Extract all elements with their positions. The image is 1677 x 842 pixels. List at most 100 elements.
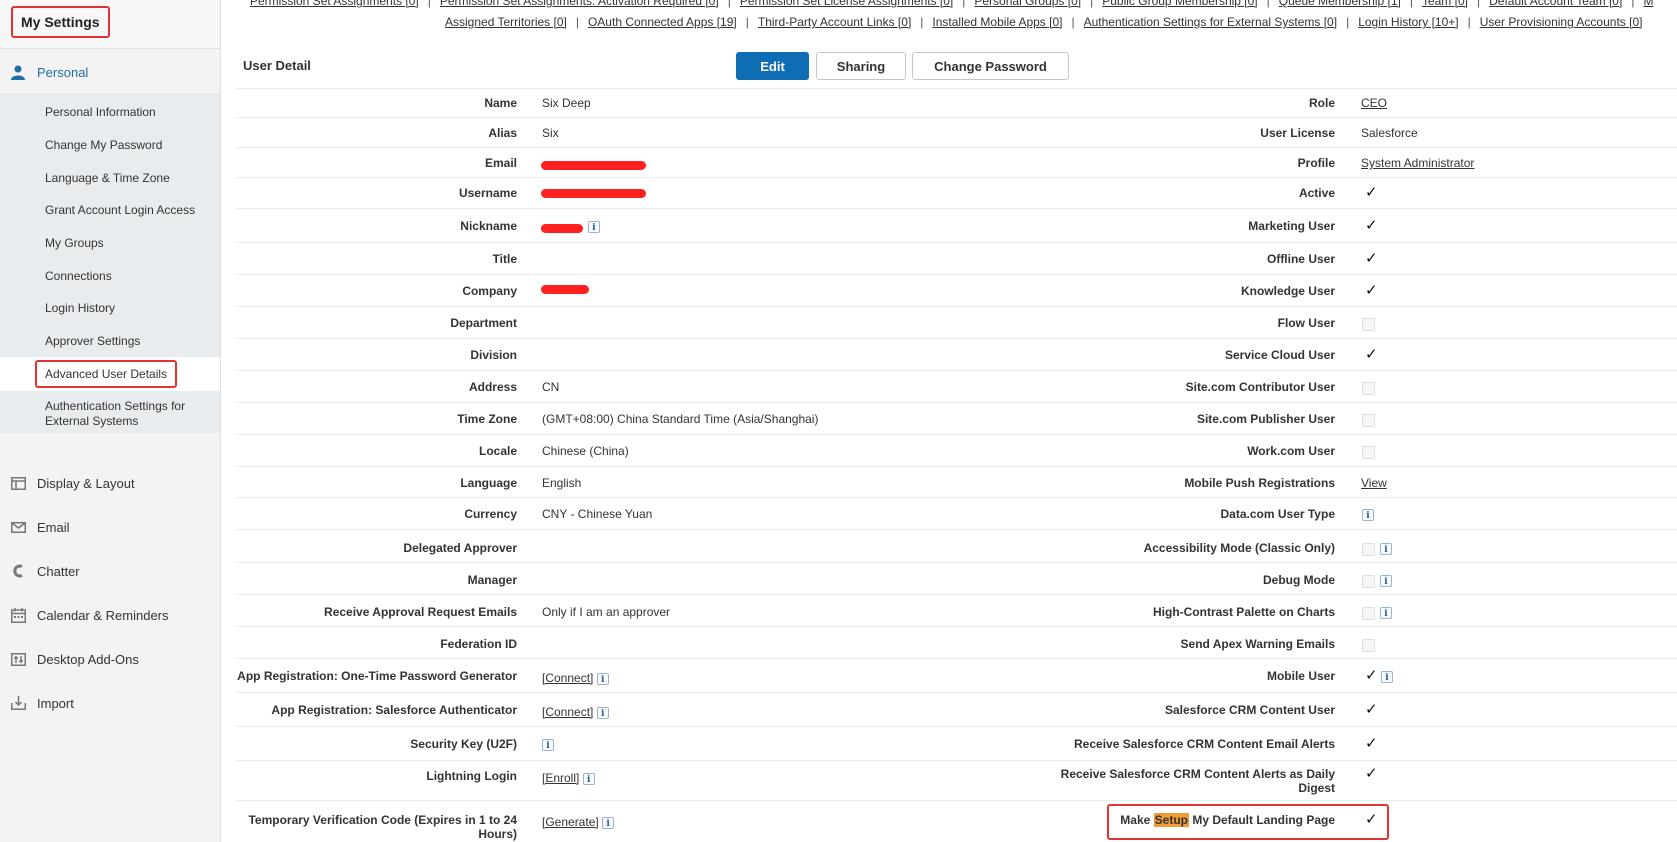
my-settings-title: My Settings [11,6,110,38]
link-login-history[interactable]: Login History [10+] [1358,15,1458,29]
sidebar-item-login-history[interactable]: Login History [45,301,115,315]
unchecked-box [1362,575,1375,588]
link-user-provisioning-accounts[interactable]: User Provisioning Accounts [0] [1480,15,1643,29]
link-permission-set-assignments[interactable]: Permission Set Assignments [0] [250,0,419,8]
link-authentication-settings-external[interactable]: Authentication Settings for External Sys… [1084,15,1337,29]
unchecked-box [1362,446,1375,459]
info-icon[interactable]: i [596,706,609,719]
field-label-active: Active [1298,186,1335,200]
sidebar-item-authentication-settings[interactable]: Authentication Settings for [45,399,185,413]
sidebar-section-desktop-add-ons[interactable]: Desktop Add-Ons [0,637,220,681]
sharing-button[interactable]: Sharing [816,52,906,80]
sidebar-item-personal-information[interactable]: Personal Information [45,105,156,119]
row-divider [236,306,1677,307]
info-icon[interactable]: i [542,738,554,751]
sidebar-section-import[interactable]: Import [0,681,220,725]
field-label-federation-id: Federation ID [440,637,517,651]
sidebar-section-calendar-reminders[interactable]: Calendar & Reminders [0,593,220,637]
separator: | [920,15,924,29]
info-icon[interactable]: i [1362,508,1374,521]
sidebar-item-approver-settings[interactable]: Approver Settings [45,334,140,348]
profile-link[interactable]: System Administrator [1361,156,1474,170]
sidebar-section-chatter[interactable]: Chatter [0,549,220,593]
nickname-info[interactable]: i [588,219,600,233]
authenticator-connect: [Connect] i [542,705,609,719]
field-label-site-contributor-user: Site.com Contributor User [1185,380,1335,394]
field-label-crm-content-email-alerts: Receive Salesforce CRM Content Email Ale… [1074,737,1335,751]
link-truncated[interactable]: M [1643,0,1653,8]
separator: | [727,0,731,8]
sidebar-item-advanced-user-details[interactable]: Advanced User Details [35,360,178,388]
sidebar-section-label: Display & Layout [37,475,135,491]
field-label-profile: Profile [1297,156,1335,170]
row-divider [236,760,1677,761]
info-icon[interactable]: i [1380,606,1392,619]
sidebar-item-my-groups[interactable]: My Groups [45,236,104,250]
field-label-high-contrast-palette: High-Contrast Palette on Charts [1152,605,1335,619]
field-label-debug-mode: Debug Mode [1263,573,1335,587]
sidebar-item-grant-account-login-access[interactable]: Grant Account Login Access [45,203,195,217]
link-default-account-team[interactable]: Default Account Team [0] [1489,0,1622,8]
user-detail-title: User Detail [243,58,311,73]
info-icon[interactable]: i [602,816,615,829]
sidebar-section-personal[interactable]: Personal [0,50,220,94]
row-divider [236,594,1677,595]
sidebar-section-email[interactable]: Email [0,505,220,549]
link-third-party-account-links[interactable]: Third-Party Account Links [0] [758,15,911,29]
sidebar-header: My Settings [0,0,220,49]
sidebar-section-label: Chatter [37,563,80,579]
otp-connect-link[interactable]: [Connect] [542,671,593,685]
sidebar-item-authentication-settings-line2[interactable]: External Systems [45,414,138,428]
field-label-flow-user: Flow User [1277,316,1335,330]
field-label-mobile-push-registrations: Mobile Push Registrations [1184,476,1335,490]
link-assigned-territories[interactable]: Assigned Territories [0] [445,15,567,29]
enroll-link[interactable]: [Enroll] [542,771,579,785]
separator: | [1467,15,1471,29]
sidebar-item-language-time-zone[interactable]: Language & Time Zone [45,171,170,185]
checkmark-icon: ✓ [1365,765,1378,782]
row-divider [236,692,1677,693]
link-permission-set-assignments-activation[interactable]: Permission Set Assignments: Activation R… [440,0,719,8]
field-label-delegated-approver: Delegated Approver [403,541,517,555]
field-label-company: Company [462,284,517,298]
role-link[interactable]: CEO [1361,96,1387,110]
authenticator-connect-link[interactable]: [Connect] [542,705,593,719]
related-links-row-2: Assigned Territories [0] | OAuth Connected… [445,15,1642,29]
unchecked-box [1362,607,1375,620]
edit-button[interactable]: Edit [736,52,809,80]
field-value-language: English [542,476,582,490]
info-icon[interactable]: i [1381,670,1393,683]
sidebar-item-change-my-password[interactable]: Change My Password [45,138,162,152]
row-divider [236,242,1677,243]
info-icon[interactable]: i [1380,574,1392,587]
checkmark-icon: ✓ [1365,217,1378,234]
field-label-title: Title [492,252,517,266]
view-link[interactable]: View [1361,476,1387,490]
row-divider [236,726,1677,727]
field-label-department: Department [450,316,517,330]
info-icon[interactable]: i [596,672,609,685]
link-personal-groups[interactable]: Personal Groups [0] [974,0,1081,8]
separator: | [427,0,431,8]
row-divider [236,402,1677,403]
field-label-security-key: Security Key (U2F) [410,737,517,751]
sidebar-item-connections[interactable]: Connections [45,269,112,283]
link-oauth-connected-apps[interactable]: OAuth Connected Apps [19] [588,15,737,29]
info-icon[interactable]: i [588,220,600,233]
link-team[interactable]: Team [0] [1422,0,1468,8]
change-password-button[interactable]: Change Password [912,52,1069,80]
link-permission-set-license-assignments[interactable]: Permission Set License Assignments [0] [740,0,953,8]
sidebar: My Settings Personal Personal Informatio… [0,0,221,842]
sidebar-section-display-layout[interactable]: Display & Layout [0,461,220,505]
label-line-1: Receive Salesforce CRM Content Alerts as… [1060,767,1335,781]
info-icon[interactable]: i [582,772,595,785]
info-icon[interactable]: i [1380,542,1392,555]
link-public-group-membership[interactable]: Public Group Membership [0] [1102,0,1257,8]
field-label-mobile-user: Mobile User [1266,669,1335,683]
unchecked-box [1362,318,1375,331]
link-queue-membership[interactable]: Queue Membership [1] [1279,0,1401,8]
link-installed-mobile-apps[interactable]: Installed Mobile Apps [0] [932,15,1062,29]
debug-mode-info: i [1380,573,1392,587]
generate-link[interactable]: [Generate] [542,815,599,829]
field-value-profile: System Administrator [1361,156,1474,170]
